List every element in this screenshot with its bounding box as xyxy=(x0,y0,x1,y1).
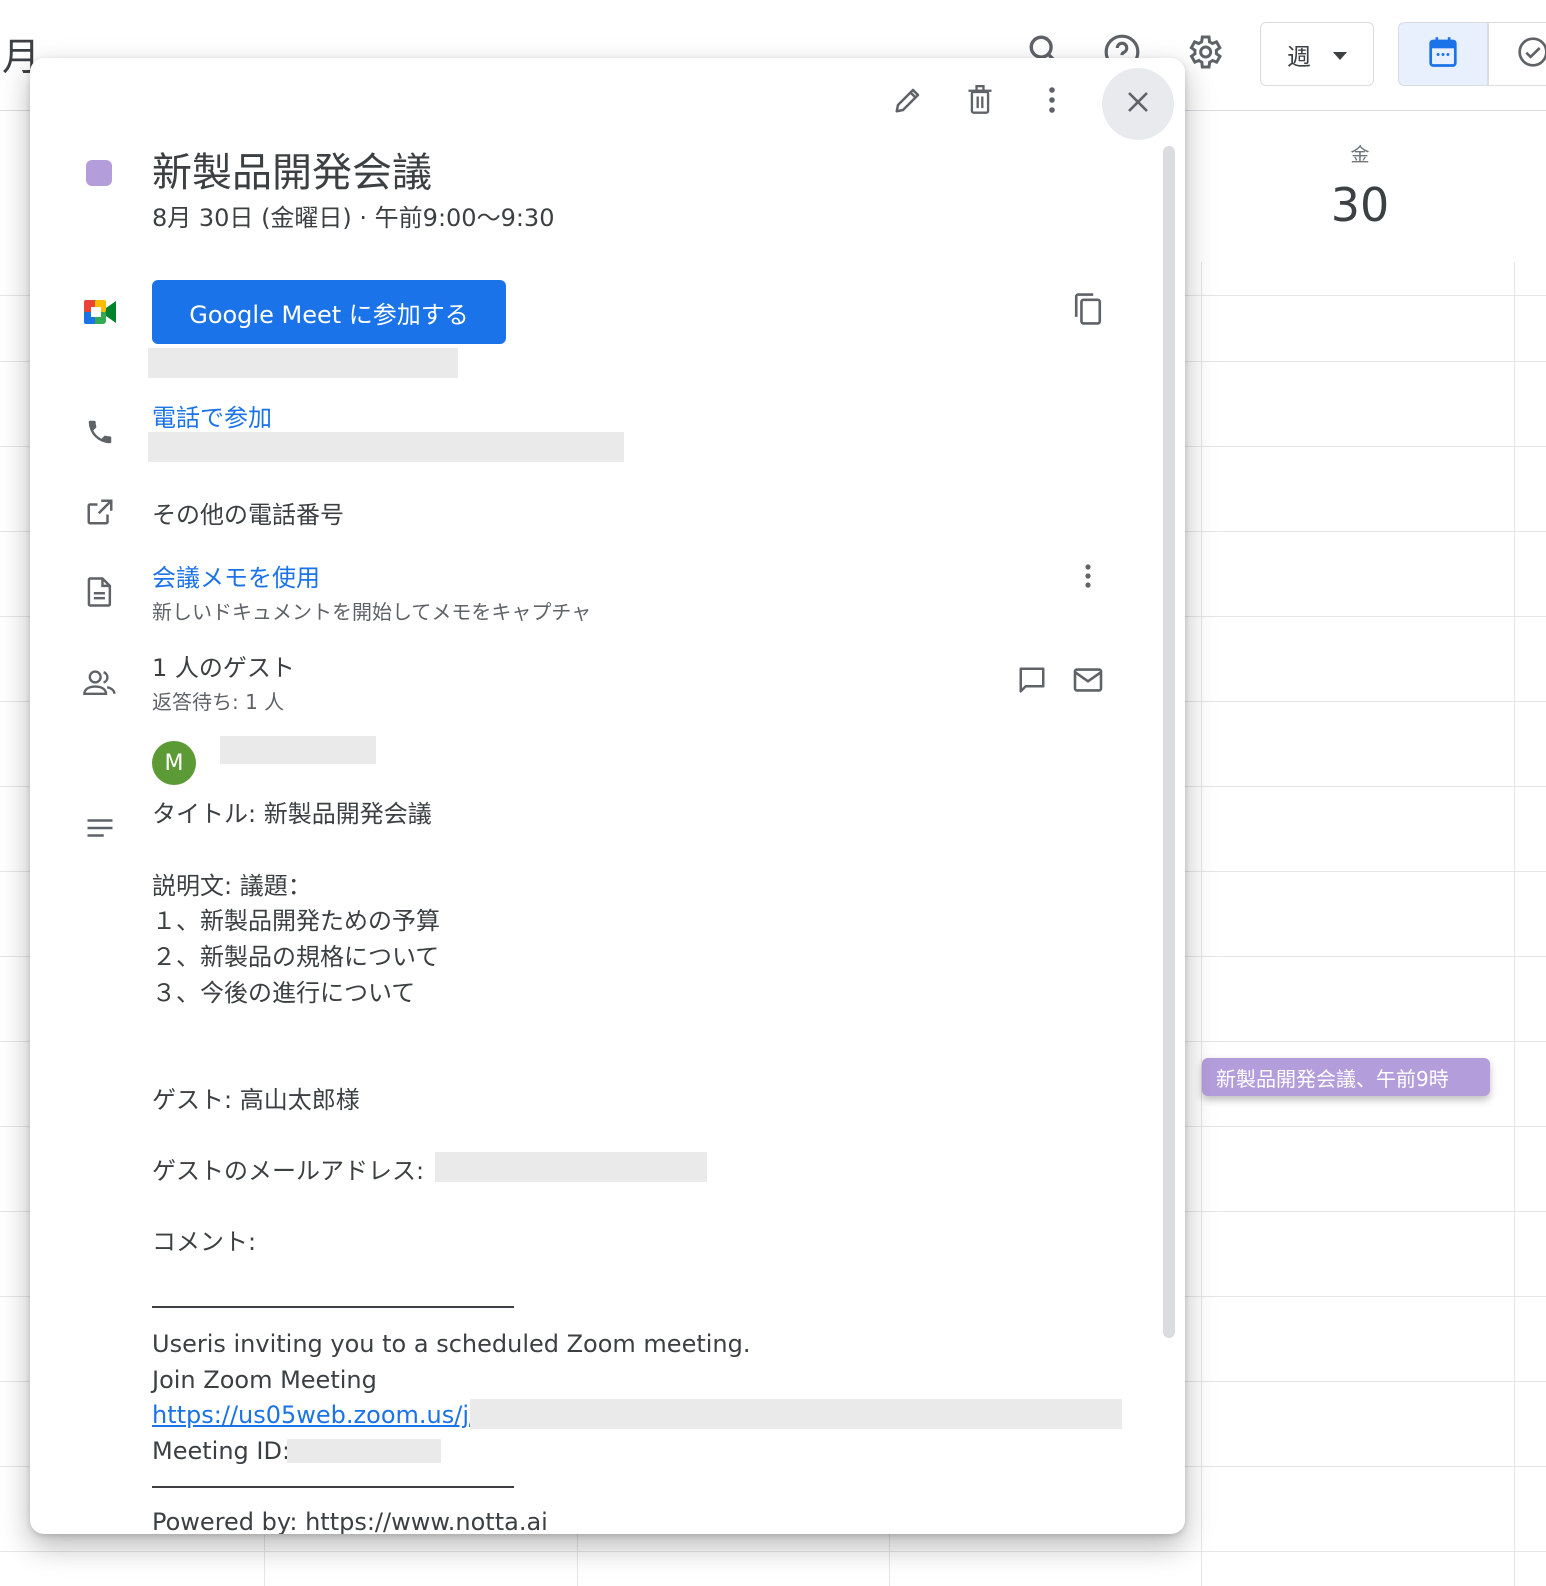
more-vert-icon xyxy=(1084,563,1092,593)
grid-column-line xyxy=(1201,262,1202,1586)
phone-icon xyxy=(78,410,122,454)
google-meet-icon xyxy=(78,290,122,334)
guest-avatar[interactable]: M xyxy=(152,741,196,785)
guest-count: 1 人のゲスト xyxy=(152,654,295,682)
edit-event-button[interactable] xyxy=(886,80,930,124)
agenda-item: ２、新製品の規格について xyxy=(152,943,440,971)
copy-link-button[interactable] xyxy=(1066,289,1110,333)
grid-line xyxy=(0,1551,1546,1552)
redacted-guest-name xyxy=(220,736,376,764)
copy-icon xyxy=(1072,292,1104,330)
day-of-week-label: 金 xyxy=(1350,144,1370,166)
day-number[interactable]: 30 xyxy=(1300,178,1420,232)
description-comment-label: コメント: xyxy=(152,1228,257,1256)
zoom-link-line: https://us05web.zoom.us/j/ xyxy=(152,1401,477,1429)
calendar-view-toggle[interactable] xyxy=(1398,22,1488,86)
description-agenda-heading: 説明文: 議題： xyxy=(152,872,312,900)
zoom-meeting-id-label: Meeting ID: xyxy=(152,1437,291,1465)
chat-guests-button[interactable] xyxy=(1010,660,1054,704)
check-circle-icon xyxy=(1517,36,1546,72)
more-options-button[interactable] xyxy=(1030,80,1074,124)
view-select-label: 週 xyxy=(1287,42,1311,71)
calendar-event-chip[interactable]: 新製品開発会議、午前9時 xyxy=(1202,1058,1490,1096)
description-title-line: タイトル: 新製品開発会議 xyxy=(152,800,432,828)
pencil-icon xyxy=(893,85,923,119)
redacted-meeting-id xyxy=(287,1439,441,1463)
redacted-zoom-link xyxy=(470,1399,1122,1429)
view-select-dropdown[interactable]: 週 xyxy=(1260,22,1374,86)
event-detail-dialog: 新製品開発会議 8月 30日 (金曜日) · 午前9:00〜9:30 Googl… xyxy=(30,58,1185,1534)
join-by-phone-link[interactable]: 電話で参加 xyxy=(152,398,272,433)
delete-event-button[interactable] xyxy=(958,80,1002,124)
use-meeting-notes-link[interactable]: 会議メモを使用 xyxy=(152,558,320,593)
chat-bubble-icon xyxy=(1016,665,1048,699)
redacted-meet-link xyxy=(148,348,458,378)
guest-response-status: 返答待ち: 1 人 xyxy=(152,690,285,714)
mail-icon xyxy=(1072,667,1104,697)
open-in-new-icon xyxy=(78,490,122,534)
agenda-item: １、新製品開発ための予算 xyxy=(152,907,440,935)
calendar-icon xyxy=(1428,36,1458,72)
description-divider xyxy=(152,1486,514,1488)
people-icon xyxy=(78,661,122,705)
grid-column-line xyxy=(1514,262,1515,1586)
more-phone-numbers-link[interactable]: その他の電話番号 xyxy=(152,495,344,530)
settings-gear-icon[interactable] xyxy=(1182,30,1226,74)
redacted-phone-number xyxy=(148,432,624,462)
join-google-meet-button[interactable]: Google Meet に参加する xyxy=(152,280,506,344)
dialog-scrollbar[interactable] xyxy=(1163,146,1175,1338)
description-email-label: ゲストのメールアドレス: xyxy=(152,1157,425,1185)
description-guest-line: ゲスト: 高山太郎様 xyxy=(152,1086,360,1114)
zoom-meeting-link[interactable]: https://us05web.zoom.us/j/ xyxy=(152,1401,477,1429)
zoom-invite-text: Useris inviting you to a scheduled Zoom … xyxy=(152,1330,751,1358)
email-guests-button[interactable] xyxy=(1066,660,1110,704)
document-icon xyxy=(78,570,122,614)
chevron-down-icon xyxy=(1333,40,1347,68)
trash-icon xyxy=(966,85,994,119)
zoom-join-heading: Join Zoom Meeting xyxy=(152,1366,377,1394)
description-divider xyxy=(152,1306,514,1308)
close-icon xyxy=(1126,90,1150,118)
notes-more-options-button[interactable] xyxy=(1066,556,1110,600)
more-vert-icon xyxy=(1048,86,1056,118)
event-color-swatch xyxy=(86,160,112,186)
powered-by-line: Powered by: https://www.notta.ai xyxy=(152,1508,548,1534)
tasks-view-toggle[interactable] xyxy=(1488,22,1546,86)
redacted-guest-email xyxy=(435,1152,707,1182)
agenda-item: ３、今後の進行について xyxy=(152,979,416,1007)
meeting-notes-description: 新しいドキュメントを開始してメモをキャプチャ xyxy=(152,600,592,624)
close-dialog-button[interactable] xyxy=(1102,68,1174,140)
event-datetime: 8月 30日 (金曜日) · 午前9:00〜9:30 xyxy=(152,204,555,232)
description-icon xyxy=(78,806,122,850)
event-title: 新製品開発会議 xyxy=(152,150,432,196)
